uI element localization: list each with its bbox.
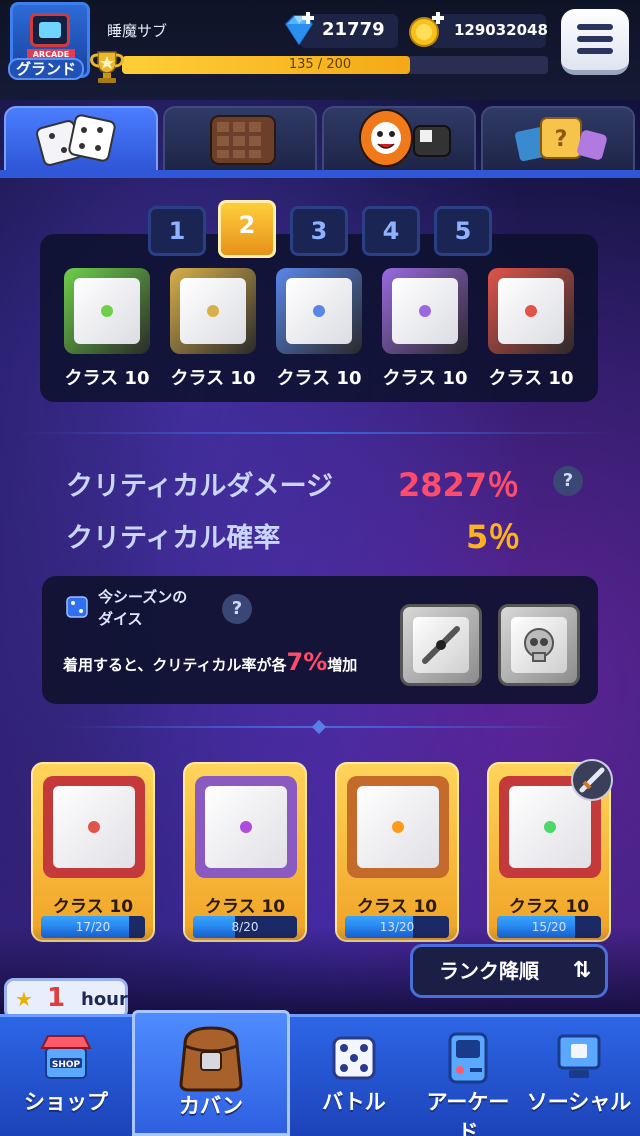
character-icon [359,109,451,167]
tab-dice[interactable] [4,106,158,174]
coin-icon[interactable] [406,10,450,50]
divider-ornament [311,719,327,735]
tab-underline [0,170,640,178]
star-icon: ★ [15,987,33,1011]
deck-die-class: クラス 10 [64,368,150,389]
nav-social[interactable]: ソーシャル [518,1014,640,1136]
menu-button[interactable] [561,9,629,75]
svg-text:?: ? [555,127,568,152]
bag-icon [179,1026,243,1092]
mystery-box-icon: ? [515,117,607,162]
season-die-sword[interactable] [400,604,482,686]
board-icon [210,115,276,165]
crit-rate-label: クリティカル確率 [66,523,281,554]
deck-die[interactable] [276,268,362,354]
timer-value: 1 [47,983,66,1013]
deck-page-3[interactable]: 3 [290,206,348,256]
sort-arrows-icon: ⇅ [572,958,591,983]
nav-arcade[interactable]: アーケード [418,1014,518,1136]
deck-page-2[interactable]: 2 [218,200,276,258]
deck-die[interactable] [488,268,574,354]
menu-icon [577,24,613,30]
trophy-icon [90,51,124,83]
sword-badge-icon [571,759,613,801]
inventory-card-class: クラス 10 [356,897,438,917]
crit-rate-value: 5％ [466,518,521,556]
deck-die-class: クラス 10 [488,368,574,389]
shop-sign: SHOP [51,1060,81,1070]
season-description: 着用すると、クリティカル率が各7%増加 [63,648,358,676]
crit-damage-value: 2827％ [398,466,520,504]
social-icon [557,1034,601,1078]
sword-icon [422,626,460,664]
deck-page-4[interactable]: 4 [362,206,420,256]
deck-die[interactable] [64,268,150,354]
season-title: 今シーズンの ダイス [98,588,188,628]
deck-die[interactable] [170,268,256,354]
inventory-card-class: クラス 10 [52,897,134,917]
arcade-icon [448,1032,488,1084]
tab-emote[interactable]: ? [481,106,635,174]
deck-page-5[interactable]: 5 [434,206,492,256]
skull-icon [524,628,554,662]
gem-count: 21779 [322,19,385,40]
deck-die-class: クラス 10 [382,368,468,389]
dice-icon [36,114,116,166]
battle-dice-icon [332,1036,376,1080]
nav-bag[interactable]: カバン [132,1014,290,1136]
divider [20,432,620,434]
sort-button[interactable]: ランク降順 ⇅ [410,944,608,998]
help-icon[interactable]: ? [553,466,583,496]
coin-count: 129032048 [454,21,548,39]
deck-die-class: クラス 10 [276,368,362,389]
inventory-card-class: クラス 10 [508,897,590,917]
deck-die[interactable] [382,268,468,354]
season-help-icon[interactable]: ? [222,594,252,624]
nav-battle[interactable]: バトル [290,1014,418,1136]
crit-damage-label: クリティカルダメージ [66,471,334,502]
timer-unit: hour [81,989,128,1010]
deck-page-1[interactable]: 1 [148,206,206,256]
season-die-skull[interactable] [498,604,580,686]
gem-icon[interactable] [278,10,318,50]
username: 睡魔サブ [107,22,168,40]
shop-icon [40,1035,92,1079]
nav-shop[interactable]: SHOP ショップ [0,1014,132,1136]
rank-label: グランド [8,58,84,80]
dice-icon [66,596,88,618]
arcade-machine-icon [30,13,70,47]
tab-board[interactable] [163,106,317,174]
inventory-card-class: クラス 10 [204,897,286,917]
deck-die-class: クラス 10 [170,368,256,389]
xp-text: 135 / 200 [288,57,352,72]
tab-character[interactable] [322,106,476,174]
